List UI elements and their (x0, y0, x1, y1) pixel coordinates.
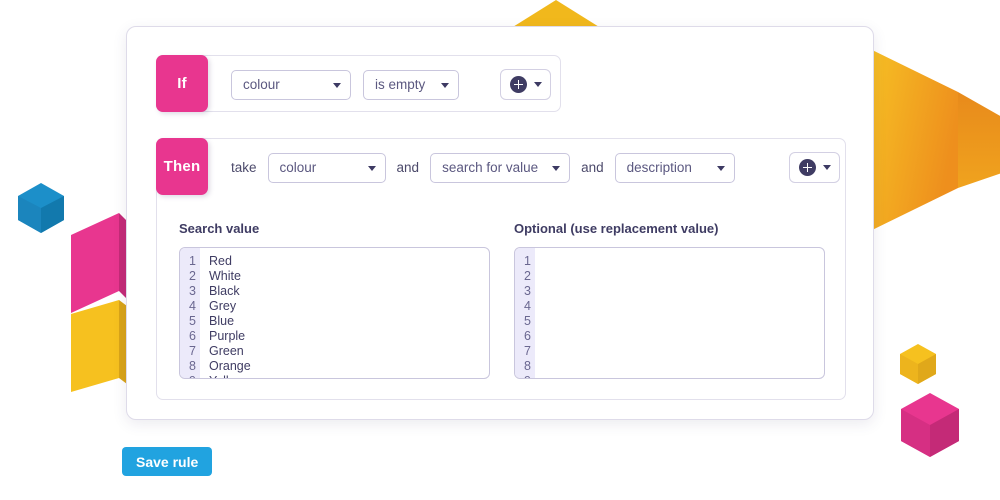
chevron-down-icon (552, 165, 561, 171)
search-value-label: Search value (179, 221, 260, 236)
chevron-down-icon (823, 165, 831, 170)
then-action-row: take colour and search for value and des… (209, 139, 845, 196)
then-add-action-button[interactable] (789, 152, 840, 183)
if-field-select[interactable]: colour (231, 69, 351, 100)
plus-circle-icon (510, 76, 527, 93)
chevron-down-icon (716, 165, 725, 171)
if-field-select-value: colour (243, 77, 280, 92)
then-label-and-1: and (396, 160, 420, 175)
hexagon-pink-small-icon (901, 393, 959, 457)
then-action-select[interactable]: search for value (430, 152, 571, 183)
hexagon-blue-left-icon (18, 183, 64, 233)
then-target-select-value: description (626, 160, 692, 175)
if-condition-block: If colour is empty (156, 55, 561, 112)
search-value-editor[interactable]: 123456789 RedWhiteBlackGreyBluePurpleGre… (179, 247, 490, 379)
replacement-value-line-numbers: 123456789 (515, 248, 535, 378)
search-value-column: Search value 123456789 RedWhiteBlackGrey… (179, 221, 490, 379)
then-label-take: take (231, 160, 257, 175)
chevron-down-icon (367, 165, 376, 171)
replacement-value-lines[interactable] (535, 248, 824, 378)
chevron-down-icon (333, 82, 341, 88)
replacement-value-label: Optional (use replacement value) (514, 221, 719, 236)
hexagon-yellow-left-icon (71, 300, 127, 392)
replacement-value-column: Optional (use replacement value) 1234567… (514, 221, 825, 379)
value-lists-area: Search value 123456789 RedWhiteBlackGrey… (157, 196, 845, 399)
if-operator-select-value: is empty (375, 77, 426, 92)
if-add-condition-button[interactable] (500, 69, 551, 100)
then-source-select-value: colour (279, 160, 317, 175)
then-label-and-2: and (581, 160, 604, 175)
hexagon-pink-left-icon (71, 213, 127, 313)
plus-circle-icon (799, 159, 816, 176)
save-rule-button-label: Save rule (136, 453, 199, 470)
replacement-value-editor[interactable]: 123456789 (514, 247, 825, 379)
then-target-select[interactable]: description (614, 152, 735, 183)
save-rule-button[interactable]: Save rule (122, 447, 213, 476)
search-value-lines[interactable]: RedWhiteBlackGreyBluePurpleGreenOrangeYe… (200, 248, 489, 378)
then-tag-label: Then (156, 138, 208, 195)
cube-yellow-small-icon (900, 344, 936, 384)
if-tag-label: If (156, 55, 208, 112)
chevron-down-icon (534, 82, 542, 87)
if-operator-select[interactable]: is empty (363, 69, 459, 100)
search-value-line-numbers: 123456789 (180, 248, 200, 378)
then-action-select-value: search for value (442, 160, 539, 175)
hexagon-orange-right-icon (862, 45, 1000, 235)
then-source-select[interactable]: colour (267, 152, 386, 183)
chevron-down-icon (441, 82, 449, 88)
rule-builder-card: If colour is empty Then take colour and … (126, 26, 874, 420)
then-action-block: Then take colour and search for value an… (156, 138, 846, 400)
